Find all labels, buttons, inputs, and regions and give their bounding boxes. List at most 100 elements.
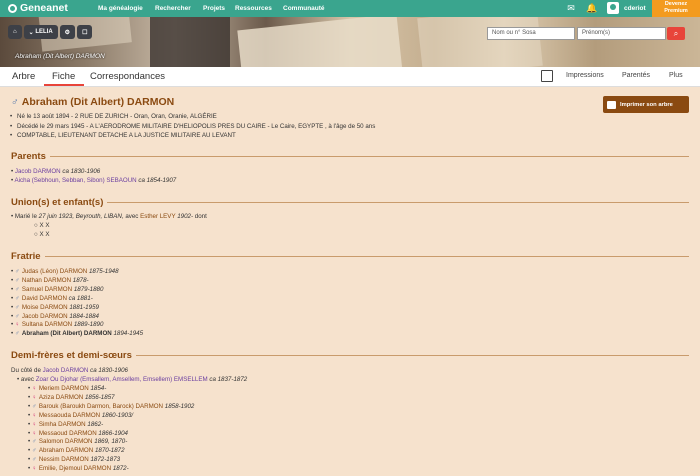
header-banner <box>0 17 700 67</box>
avatar[interactable] <box>607 2 619 14</box>
person-dates: 1869, 1870- <box>94 438 128 446</box>
mother-dates: ca 1854-1907 <box>138 177 177 184</box>
person-dates: 1856-1857 <box>84 393 115 401</box>
person-dates: 1872- <box>112 465 129 473</box>
spouse-link[interactable]: Esther LEVY <box>140 213 175 220</box>
person-link[interactable]: Barouk (Baroukh Darmon, Barock) DARMON <box>39 403 163 410</box>
tree-settings-button[interactable]: ⚙ <box>59 25 76 39</box>
notes-icon[interactable] <box>541 70 553 82</box>
tree-selector[interactable]: ⌄ LELIA <box>23 25 58 39</box>
union-line: • Marié le 27 juin 1923, Beyrouth, LIBAN… <box>11 213 207 220</box>
person-link[interactable]: Aziza DARMON <box>39 394 83 401</box>
premium-button[interactable]: Devenez Premium <box>652 0 700 17</box>
list-item: • ♂ Nathan DARMON 1878- <box>11 276 89 284</box>
person-link[interactable]: Meriem DARMON <box>39 385 89 392</box>
nav-ma-genealogie[interactable]: Ma généalogie <box>98 5 143 12</box>
female-icon: ♀ <box>31 411 37 419</box>
nav-projets[interactable]: Projets <box>203 5 225 12</box>
female-icon: ♀ <box>31 393 37 401</box>
geneanet-logo[interactable]: Geneanet <box>8 2 68 14</box>
section-fratrie: Fratrie <box>11 251 689 262</box>
female-icon: ♀ <box>31 420 37 428</box>
section-parents-title: Parents <box>11 151 46 162</box>
person-link[interactable]: Judas (Léon) DARMON <box>22 268 87 275</box>
union-child: ○ X X <box>34 222 50 229</box>
username[interactable]: cderiot <box>624 5 646 12</box>
person-title: ♂ Abraham (Dit Albert) DARMON <box>11 96 174 108</box>
bell-icon[interactable]: 🔔 <box>586 3 598 13</box>
male-icon: ♂ <box>14 330 20 338</box>
person-link[interactable]: Samuel DARMON <box>22 286 72 293</box>
print-tree-button[interactable]: Imprimer son arbre <box>603 96 689 113</box>
name-search-input[interactable]: Nom ou n° Sosa <box>487 27 575 40</box>
person-link[interactable]: Nessim DARMON <box>39 456 89 463</box>
demi-side-link[interactable]: Jacob DARMON <box>43 367 89 374</box>
search-icon: ⌕ <box>673 29 679 38</box>
union-with: , avec <box>121 213 139 220</box>
section-unions: Union(s) et enfant(s) <box>11 197 689 208</box>
person-link[interactable]: Salomon DARMON <box>39 438 93 445</box>
male-icon: ♂ <box>11 96 19 108</box>
person-link[interactable]: Abraham DARMON <box>39 447 93 454</box>
father-dates: ca 1830-1906 <box>62 168 101 175</box>
search-button[interactable]: ⌕ <box>667 27 685 40</box>
person-link[interactable]: Messaoud DARMON <box>39 430 97 437</box>
tab-correspondances[interactable]: Correspondances <box>90 71 165 82</box>
person-link[interactable]: Moise DARMON <box>22 304 68 311</box>
person-dates: 1879-1880 <box>73 285 104 293</box>
female-icon: ♀ <box>31 465 37 473</box>
father-link[interactable]: Jacob DARMON <box>15 168 61 175</box>
person-link[interactable]: Emilie, Djemoul DARMON <box>39 465 111 472</box>
list-item: • ♀ Messaouda DARMON 1860-1903/ <box>28 411 134 419</box>
nav-communaute[interactable]: Communauté <box>283 5 325 12</box>
list-item: • ♀ Messaoud DARMON 1866-1904 <box>28 429 128 437</box>
nav-ressources[interactable]: Ressources <box>235 5 272 12</box>
home-button[interactable]: ⌂ <box>8 25 22 39</box>
person-link[interactable]: Jacob DARMON <box>22 313 68 320</box>
person-link[interactable]: Messaouda DARMON <box>39 412 100 419</box>
union-child: ○ X X <box>34 231 50 238</box>
demi-with-line: • avec Zoar Ou Djohar (Emsallem, Amselle… <box>17 376 248 383</box>
list-item: • ♀ Meriem DARMON 1854- <box>28 385 107 392</box>
tab-arbre[interactable]: Arbre <box>12 71 35 82</box>
person-link[interactable]: Simha DARMON <box>39 421 86 428</box>
tree-label: LELIA <box>35 29 53 35</box>
mail-icon[interactable]: ✉ <box>565 3 577 13</box>
section-rule <box>107 202 689 203</box>
section-rule <box>135 355 689 356</box>
section-demi-title: Demi-frères et demi-sœurs <box>11 350 132 361</box>
female-icon: ♀ <box>31 385 37 392</box>
demi-with-prefix: avec <box>20 376 34 383</box>
person-link[interactable]: Sultana DARMON <box>22 321 72 328</box>
parentes-link[interactable]: Parentés <box>622 72 650 79</box>
demi-with-link[interactable]: Zoar Ou Djohar (Emsallem, Amsellem, Emse… <box>36 376 208 383</box>
demi-side-prefix: Du côté de <box>11 367 41 374</box>
tab-fiche[interactable]: Fiche <box>52 71 75 82</box>
union-suffix: dont <box>194 213 207 220</box>
banner-letter-2 <box>417 17 543 67</box>
list-item: • ♂ David DARMON ca 1881- <box>11 294 93 302</box>
comment-button[interactable]: ☐ <box>77 25 93 39</box>
logo-text: Geneanet <box>20 2 68 14</box>
person-dates: 1854- <box>90 385 107 392</box>
person-dates: 1889-1890 <box>73 321 104 329</box>
list-item: • ♂ Barouk (Baroukh Darmon, Barock) DARMO… <box>28 402 195 410</box>
list-item: • ♂ Jacob DARMON 1884-1884 <box>11 312 99 320</box>
impressions-link[interactable]: Impressions <box>566 72 604 79</box>
male-icon: ♂ <box>31 438 37 446</box>
person-dates: 1875-1948 <box>88 268 119 275</box>
union-child-name: X X <box>39 222 50 229</box>
occupation-info: COMPTABLE, LIEUTENANT DETACHE A LA JUSTI… <box>10 132 236 139</box>
section-demi: Demi-frères et demi-sœurs <box>11 350 689 361</box>
nav-rechercher[interactable]: Rechercher <box>155 5 191 12</box>
mother-link[interactable]: Aicha (Sebhoun, Sebban, Sibon) SEBAOUN <box>15 177 137 184</box>
male-icon: ♂ <box>31 402 37 410</box>
person-dates: 1894-1945 <box>113 330 144 338</box>
person-link[interactable]: Nathan DARMON <box>22 277 71 284</box>
list-item: • ♂ Abraham DARMON 1870-1872 <box>28 447 125 455</box>
firstname-search-input[interactable]: Prénom(s) <box>577 27 666 40</box>
section-fratrie-title: Fratrie <box>11 251 41 262</box>
person-link[interactable]: David DARMON <box>22 295 67 302</box>
plus-link[interactable]: Plus <box>669 72 683 79</box>
union-date: 27 juin 1923, Beyrouth, LIBAN <box>38 213 122 220</box>
